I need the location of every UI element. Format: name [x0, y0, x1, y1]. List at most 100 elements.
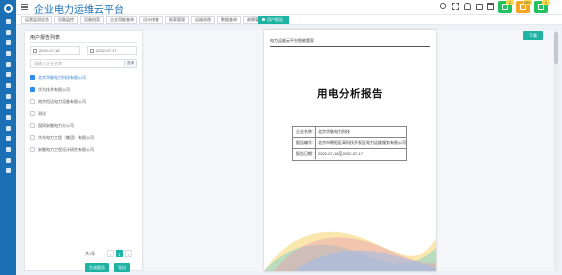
- tab-report-manage[interactable]: 报表管理: [165, 16, 189, 24]
- table-icon[interactable]: [0, 123, 16, 134]
- checkbox[interactable]: [30, 147, 35, 153]
- list-item[interactable]: 国网安徽电力分公司: [30, 122, 74, 129]
- message-badge-button[interactable]: 1: [534, 0, 550, 13]
- list-item-label: 南京恒达电力设备有限公司: [38, 99, 86, 104]
- tab-overview[interactable]: 运营监测总览: [21, 16, 52, 24]
- list-item-label: 测试: [38, 111, 46, 116]
- report-document: 电力运维云平台智能管家 用电分析报告 企业名称： 北京华能电力科技 报告编号： …: [264, 30, 436, 271]
- calendar-icon: [90, 48, 94, 53]
- menu-toggle-icon[interactable]: [21, 4, 28, 10]
- checkbox[interactable]: [30, 135, 35, 141]
- vertical-scrollbar[interactable]: [554, 30, 558, 271]
- info-row: 企业名称： 北京华能电力科技: [293, 127, 406, 138]
- checkbox[interactable]: [30, 123, 35, 129]
- checkbox[interactable]: [30, 87, 35, 93]
- info-key: 企业名称：: [296, 129, 316, 134]
- page-number[interactable]: 1: [116, 250, 123, 257]
- checkbox[interactable]: [30, 99, 35, 105]
- report-header: 电力运维云平台智能管家: [270, 38, 314, 43]
- list-item[interactable]: 测试: [30, 110, 46, 117]
- calendar-icon[interactable]: [0, 91, 16, 102]
- chart-icon[interactable]: [0, 37, 16, 48]
- tab-data-query[interactable]: 数据查询: [217, 16, 241, 24]
- tab-ops-patrol[interactable]: 运维巡视: [191, 16, 215, 24]
- tab-device-archive[interactable]: 设备档案: [80, 16, 104, 24]
- list-item[interactable]: 南京恒达电力设备有限公司: [30, 98, 86, 105]
- tab-design-check[interactable]: 设计排查: [139, 16, 163, 24]
- document-icon[interactable]: [0, 102, 16, 113]
- report-info-table: 企业名称： 北京华能电力科技 报告编号： 北京市朝阳区高科技开发区电力运维服务有…: [292, 126, 407, 161]
- list-item[interactable]: 北京华能电力科技有限公司: [30, 74, 86, 81]
- device-icon[interactable]: [0, 48, 16, 59]
- divider: [315, 138, 316, 148]
- search-button[interactable]: 查询: [124, 59, 137, 68]
- info-key: 报告日期：: [296, 151, 316, 156]
- info-key: 报告编号：: [296, 140, 316, 145]
- checkbox[interactable]: [30, 111, 35, 117]
- start-date-value: 2022-07-18: [39, 48, 60, 53]
- list-icon[interactable]: [0, 134, 16, 145]
- prev-page-button[interactable]: ‹: [107, 250, 114, 257]
- grid-icon[interactable]: [0, 112, 16, 123]
- list-item[interactable]: 华东电力工程（集团）有限公司: [30, 134, 94, 141]
- calendar-icon: [33, 48, 37, 53]
- energy-icon[interactable]: [0, 59, 16, 70]
- list-item-label: 华东电力工程（集团）有限公司: [38, 135, 94, 140]
- download-button[interactable]: 下载: [523, 31, 543, 40]
- lock-icon[interactable]: [476, 4, 483, 10]
- search-input[interactable]: 请输入企业名称: [30, 59, 125, 68]
- pager-total: 共1条: [85, 251, 96, 256]
- monitor-icon[interactable]: [0, 27, 16, 38]
- end-date-value: 2022-07-17: [96, 48, 117, 53]
- report-list-panel: 用户报告列表 2022-07-18 2022-07-17 请输入企业名称 查询 …: [24, 30, 143, 272]
- report-icon[interactable]: [0, 144, 16, 155]
- fullscreen-icon[interactable]: [452, 3, 459, 10]
- generate-report-button[interactable]: 生成报告: [85, 263, 109, 272]
- scrollbar-thumb[interactable]: [554, 32, 558, 64]
- decorative-wave-graphic: [264, 231, 436, 271]
- pagination: 共1条 ‹ 1 ›: [85, 250, 132, 258]
- warning-count: 99+: [523, 0, 532, 5]
- inspection-icon[interactable]: [0, 69, 16, 80]
- info-row: 报告日期： 2022-07-18至2022-07-17: [293, 149, 406, 160]
- warning-badge-button[interactable]: 99+: [516, 0, 532, 13]
- trash-icon[interactable]: [487, 3, 494, 10]
- tab-device-monitor[interactable]: 设备监控: [54, 16, 78, 24]
- panel-title: 用户报告列表: [30, 35, 61, 41]
- list-item-label: 华为技术有限公司: [38, 87, 70, 92]
- top-header: 企业电力运维云平台 1 99+ 1: [16, 0, 562, 16]
- info-row: 报告编号： 北京市朝阳区高科技开发区电力运维服务有限公司: [293, 138, 406, 149]
- list-item-label: 安徽电力工程设计研究有限公司: [38, 147, 94, 152]
- settings-icon[interactable]: [0, 166, 16, 177]
- tab-user-report-label: 用户报告: [267, 17, 283, 22]
- list-item-label: 国网安徽电力分公司: [38, 123, 74, 128]
- tabs-bar: 运营监测总览 设备监控 设备档案 企业用能查询 设计排查 报表管理 运维巡视 数…: [16, 14, 562, 25]
- checkbox[interactable]: [30, 75, 35, 81]
- export-button[interactable]: 导出: [114, 263, 130, 272]
- info-value: 北京华能电力科技: [318, 129, 350, 134]
- alert-icon[interactable]: [0, 155, 16, 166]
- end-date-field[interactable]: 2022-07-17: [87, 46, 137, 55]
- list-item[interactable]: 华为技术有限公司: [30, 86, 70, 93]
- divider: [315, 149, 316, 159]
- info-value: 2022-07-18至2022-07-17: [318, 151, 363, 156]
- alarm-badge-button[interactable]: 1: [498, 0, 514, 13]
- message-count: 1: [542, 0, 550, 5]
- logo-icon: [0, 0, 16, 16]
- tab-user-report[interactable]: 用户报告: [258, 16, 289, 24]
- divider: [315, 127, 316, 137]
- left-nav-rail: [0, 0, 16, 275]
- search-icon[interactable]: [440, 3, 446, 9]
- report-header-rule: [270, 46, 430, 47]
- home-icon[interactable]: [0, 16, 16, 27]
- divider: [30, 42, 137, 43]
- next-page-button[interactable]: ›: [125, 250, 132, 257]
- tab-energy-query[interactable]: 企业用能查询: [106, 16, 137, 24]
- alarm-count: 1: [506, 0, 514, 5]
- start-date-field[interactable]: 2022-07-18: [30, 46, 80, 55]
- info-value: 北京市朝阳区高科技开发区电力运维服务有限公司: [318, 140, 406, 145]
- user-icon[interactable]: [0, 80, 16, 91]
- active-dot-icon: [262, 18, 265, 22]
- bell-icon[interactable]: [464, 3, 471, 10]
- list-item[interactable]: 安徽电力工程设计研究有限公司: [30, 146, 94, 153]
